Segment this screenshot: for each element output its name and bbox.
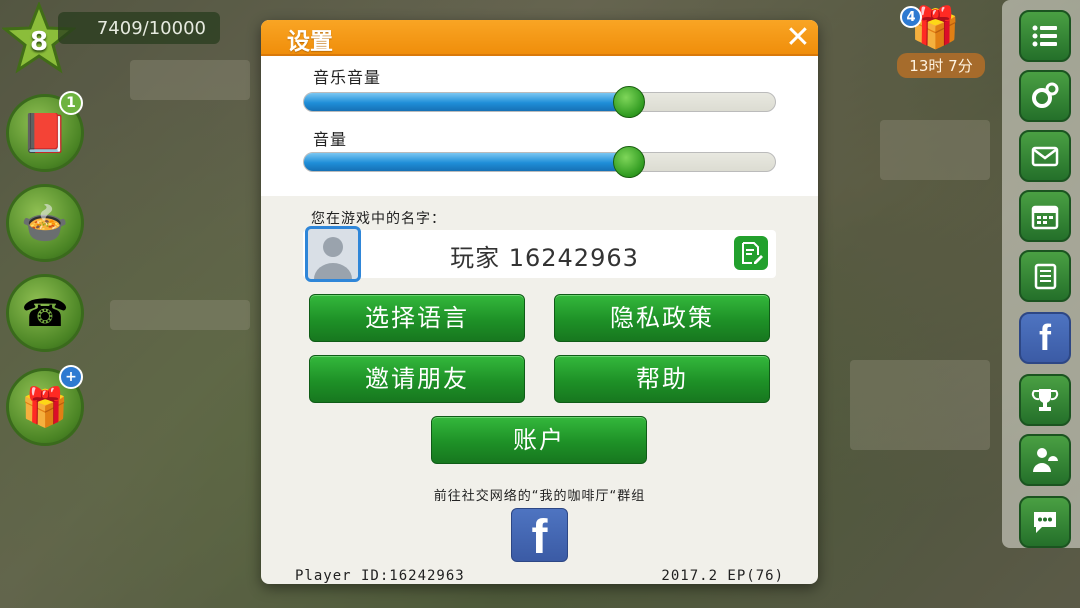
settings-button[interactable]	[1019, 70, 1071, 122]
list-icon	[1032, 25, 1057, 47]
sound-volume-knob[interactable]	[612, 146, 645, 178]
close-button[interactable]: ✕	[782, 22, 814, 54]
phone-icon: ☎	[21, 291, 69, 335]
pot-icon: 🍲	[21, 200, 69, 245]
daily-gift[interactable]: 🎁 4 13时 7分	[886, 2, 996, 82]
player-id: Player ID:16242963	[295, 568, 465, 584]
facebook-icon: f	[1039, 317, 1051, 358]
facebook-group-button[interactable]: f	[511, 508, 568, 564]
recipe-book-button[interactable]: 📕 1	[6, 91, 84, 172]
music-volume-slider[interactable]	[303, 86, 776, 118]
invite-friends-button[interactable]: 邀请朋友	[309, 355, 525, 403]
player-name-field: 玩家 16242963	[303, 226, 776, 282]
music-volume-label: 音乐音量	[313, 68, 382, 87]
list-menu-button[interactable]	[1019, 10, 1071, 62]
gift-icon: 🎁	[21, 384, 69, 429]
facebook-sidebar-button[interactable]: f	[1019, 312, 1071, 364]
waiter-icon	[1033, 448, 1058, 472]
book-icon: 📕	[21, 110, 69, 155]
chat-icon	[1034, 512, 1056, 533]
player-name: 玩家 16242963	[450, 244, 639, 272]
add-badge: +	[59, 365, 83, 389]
version-text: 2017.2 EP(76)	[661, 568, 784, 584]
edit-icon	[742, 242, 763, 264]
right-sidebar: f	[1002, 0, 1080, 548]
avatar[interactable]	[305, 226, 361, 282]
select-language-button[interactable]: 选择语言	[309, 294, 525, 342]
music-volume-fill	[304, 93, 629, 111]
mail-button[interactable]	[1019, 130, 1071, 182]
privacy-policy-button[interactable]: 隐私政策	[554, 294, 770, 342]
settings-dialog: 设置 ✕ 音乐音量 音量 您在游戏中的名字： 玩家 16242963 选择语言 …	[261, 20, 818, 584]
staff-button[interactable]	[1019, 434, 1071, 486]
notification-badge: 1	[59, 91, 83, 115]
notepad-icon	[1034, 263, 1057, 290]
edit-name-button[interactable]	[734, 236, 768, 270]
player-name-label: 您在游戏中的名字：	[311, 211, 446, 227]
social-group-text: 前往社交网络的“我的咖啡厅“群组	[433, 489, 646, 504]
gift-timer: 13时 7分	[897, 53, 985, 78]
help-button[interactable]: 帮助	[554, 355, 770, 403]
account-button[interactable]: 账户	[431, 416, 647, 464]
telephone-button[interactable]: ☎	[6, 274, 84, 352]
sound-volume-label: 音量	[313, 130, 348, 149]
notes-button[interactable]	[1019, 250, 1071, 302]
gift-shop-button[interactable]: 🎁 +	[6, 365, 84, 446]
sound-volume-slider[interactable]	[303, 146, 776, 178]
xp-bar: 7409/10000	[58, 12, 220, 44]
user-silhouette-icon	[314, 237, 352, 279]
chat-button[interactable]	[1019, 496, 1071, 548]
dialog-title: 设置	[287, 29, 333, 55]
trophy-button[interactable]	[1019, 374, 1071, 426]
trophy-icon	[1031, 389, 1059, 411]
volume-panel: 音乐音量 音量	[261, 56, 818, 196]
calendar-icon	[1031, 205, 1059, 230]
calendar-button[interactable]	[1019, 190, 1071, 242]
gear-icon	[1032, 82, 1059, 108]
mail-icon	[1031, 146, 1059, 167]
cooking-button[interactable]: 🍲	[6, 184, 84, 262]
dialog-header: 设置 ✕	[261, 20, 818, 56]
music-volume-knob[interactable]	[612, 86, 645, 118]
sound-volume-fill	[304, 153, 629, 171]
facebook-icon: f	[531, 511, 548, 564]
level-number: 8	[29, 27, 49, 57]
gift-count-badge: 4	[900, 6, 922, 28]
xp-text: 7409/10000	[96, 17, 206, 39]
